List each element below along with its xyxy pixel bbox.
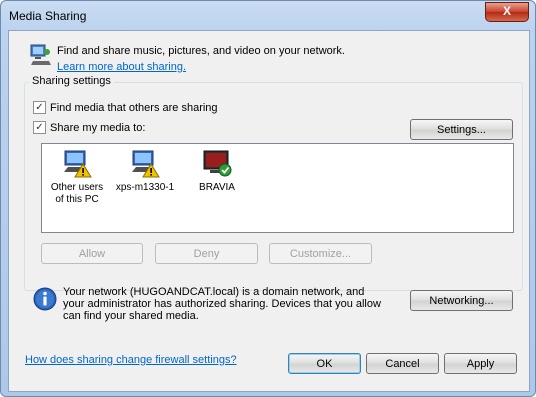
media-sharing-window: Media Sharing X Find and share music, pi… xyxy=(0,0,536,397)
cancel-button[interactable]: Cancel xyxy=(366,353,439,374)
find-media-row[interactable]: ✓ Find media that others are sharing xyxy=(33,101,218,114)
sharing-settings-label: Sharing settings xyxy=(29,75,114,87)
share-media-checkbox[interactable]: ✓ xyxy=(33,121,46,134)
dialog-client-area: Find and share music, pictures, and vide… xyxy=(8,30,530,392)
window-title: Media Sharing xyxy=(9,9,87,23)
device-list[interactable]: Other users of this PC xps-m1330-1 BRAVI… xyxy=(41,143,514,233)
learn-more-link[interactable]: Learn more about sharing. xyxy=(57,61,186,73)
device-name: xps-m1330-1 xyxy=(115,182,175,193)
apply-button[interactable]: Apply xyxy=(444,353,517,374)
customize-button[interactable]: Customize... xyxy=(269,243,372,264)
device-bravia[interactable]: BRAVIA xyxy=(186,148,248,194)
deny-button[interactable]: Deny xyxy=(155,243,258,264)
find-media-checkbox[interactable]: ✓ xyxy=(33,101,46,114)
close-icon: X xyxy=(502,4,511,18)
share-media-row[interactable]: ✓ Share my media to: xyxy=(33,121,145,134)
find-media-label: Find media that others are sharing xyxy=(50,101,218,114)
computer-warning-icon xyxy=(62,148,92,178)
device-name: BRAVIA xyxy=(199,182,235,193)
firewall-settings-link[interactable]: How does sharing change firewall setting… xyxy=(25,354,237,366)
networking-button[interactable]: Networking... xyxy=(410,290,513,311)
allow-button[interactable]: Allow xyxy=(41,243,143,264)
computer-warning-icon xyxy=(130,148,160,178)
settings-button[interactable]: Settings... xyxy=(410,119,513,140)
device-xps[interactable]: xps-m1330-1 xyxy=(114,148,176,194)
network-info-text: Your network (HUGOANDCAT.local) is a dom… xyxy=(63,286,381,322)
media-sharing-icon xyxy=(29,43,53,67)
info-icon xyxy=(33,287,57,311)
header-description: Find and share music, pictures, and vide… xyxy=(57,45,345,57)
share-media-label: Share my media to: xyxy=(50,121,146,134)
close-button[interactable]: X xyxy=(485,2,529,22)
device-name: Other users of this PC xyxy=(50,182,104,205)
device-other-users[interactable]: Other users of this PC xyxy=(46,148,108,206)
tv-checkmark-icon xyxy=(202,148,232,178)
ok-button[interactable]: OK xyxy=(288,353,361,374)
